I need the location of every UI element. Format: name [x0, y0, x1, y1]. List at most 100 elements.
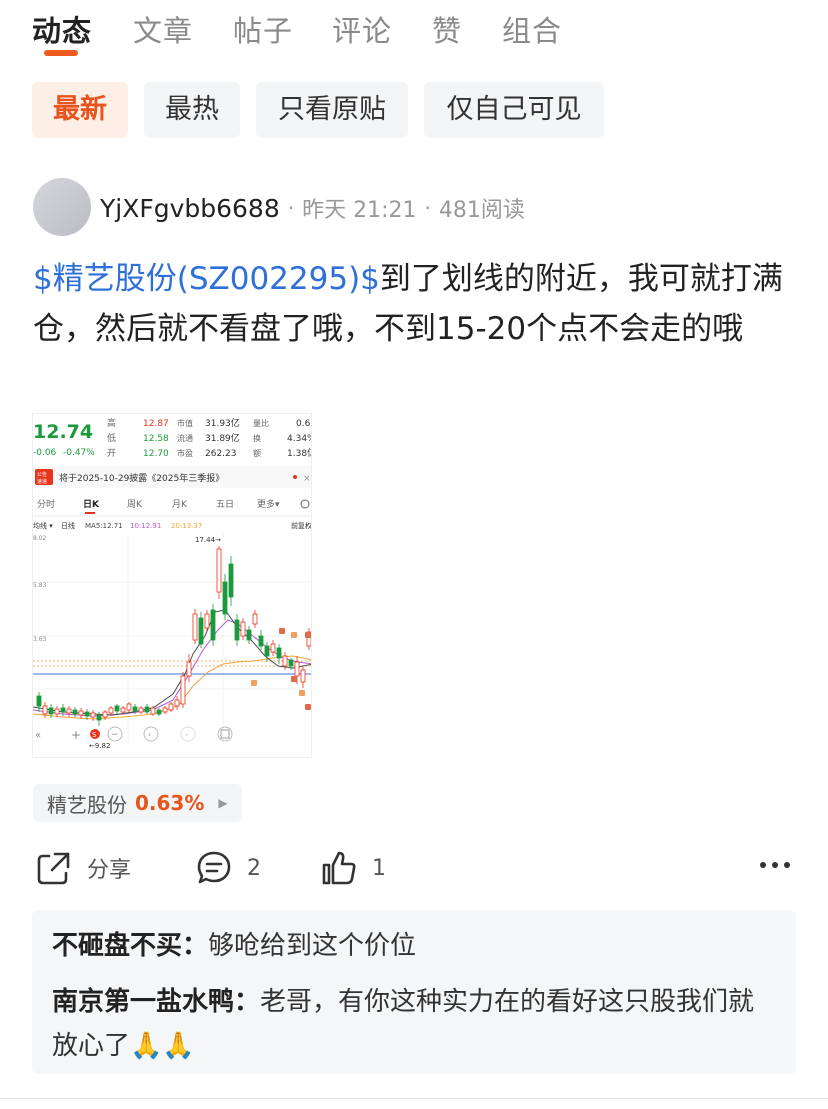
- candle-body: [144, 706, 150, 713]
- peak-label: 17.44→: [195, 536, 221, 544]
- username[interactable]: YjXFgvbb6688: [100, 194, 280, 223]
- chart-period-tab: 更多▾: [257, 498, 280, 510]
- more-options-icon[interactable]: [760, 862, 790, 868]
- filter-self-only[interactable]: 仅自己可见: [424, 82, 604, 138]
- svg-text:×: ×: [303, 474, 311, 484]
- tab-dynamic[interactable]: 动态: [32, 8, 92, 50]
- svg-text:S: S: [92, 731, 97, 739]
- candle-body: [270, 643, 276, 653]
- comment-author[interactable]: 不砸盘不买: [52, 931, 182, 961]
- comments-preview[interactable]: 不砸盘不买：够呛给到这个价位 南京第一盐水鸭：老哥，有你这种实力在的看好这只股我…: [32, 910, 796, 1074]
- event-marker: [291, 632, 297, 638]
- svg-text:前复权: 前复权: [291, 521, 312, 530]
- chart-period-tab: 月K: [172, 499, 188, 510]
- svg-text:262.23: 262.23: [205, 449, 237, 459]
- divider: [0, 1098, 828, 1099]
- tab-portfolio[interactable]: 组合: [502, 8, 562, 50]
- tab-articles[interactable]: 文章: [133, 8, 193, 50]
- svg-text:速递: 速递: [37, 478, 47, 485]
- thumbs-up-icon: [322, 851, 356, 885]
- tab-comments[interactable]: 评论: [332, 8, 392, 50]
- comment-author[interactable]: 南京第一盐水鸭: [52, 987, 234, 1017]
- svg-text:开: 开: [107, 448, 116, 459]
- candle-body: [162, 707, 168, 713]
- post-time: 昨天 21:21: [302, 198, 417, 223]
- chart-change-pct: -0.47%: [63, 448, 95, 458]
- candle-body: [54, 708, 60, 715]
- chart-period-tab: 五日: [216, 499, 234, 510]
- svg-text:0.6: 0.6: [296, 419, 311, 429]
- read-count: 481阅读: [438, 198, 525, 223]
- candle-body: [240, 621, 246, 637]
- svg-text:20:13.37: 20:13.37: [171, 522, 202, 530]
- svg-text:低: 低: [107, 432, 116, 444]
- candle-body: [72, 709, 78, 715]
- event-marker: [299, 690, 305, 696]
- candle-body: [42, 705, 48, 715]
- notice-text: 将于2025-10-29披露《2025年三季报》: [59, 472, 224, 484]
- tab-posts[interactable]: 帖子: [233, 8, 293, 50]
- candle-body: [102, 711, 108, 718]
- svg-text:1.38亿: 1.38亿: [287, 447, 312, 459]
- chart-open: 12.70: [143, 449, 169, 459]
- candle-body: [48, 707, 54, 715]
- candle-body: [228, 563, 234, 598]
- candle-body: [180, 675, 186, 705]
- candle-body: [114, 705, 120, 712]
- like-count: 1: [372, 855, 386, 881]
- svg-text:«: «: [35, 730, 41, 741]
- filter-original-only[interactable]: 只看原贴: [256, 82, 408, 138]
- candle-body: [246, 629, 252, 641]
- candle-body: [78, 710, 84, 716]
- share-button[interactable]: 分享: [35, 848, 131, 888]
- candle-body: [66, 708, 72, 714]
- candle-body: [132, 706, 138, 712]
- chart-settings-icon: [300, 499, 310, 509]
- candle-body: [204, 613, 210, 629]
- top-tabs: 动态 文章 帖子 评论 赞 组合: [32, 0, 812, 62]
- stock-link[interactable]: $精艺股份(SZ002295)$: [33, 261, 380, 297]
- chart-period-tab: 周K: [127, 499, 143, 510]
- comment-button[interactable]: 2: [195, 848, 261, 888]
- candle-body: [156, 709, 162, 715]
- low-label: ←9.82: [89, 742, 110, 750]
- post-meta: YjXFgvbb6688 · 昨天 21:21 · 481阅读: [100, 191, 525, 225]
- chart-high: 12.87: [143, 419, 169, 429]
- event-marker: [251, 680, 257, 686]
- svg-text:−: −: [111, 730, 119, 740]
- stock-tag-change: 0.63%: [135, 791, 205, 815]
- svg-text:量比: 量比: [253, 418, 269, 428]
- chart-period-tab: 日K: [83, 499, 100, 510]
- post-text: $精艺股份(SZ002295)$到了划线的附近，我可就打满仓，然后就不看盘了哦，…: [33, 254, 793, 354]
- tab-likes[interactable]: 赞: [432, 8, 462, 50]
- candle-body: [60, 707, 66, 713]
- filter-hottest[interactable]: 最热: [144, 82, 240, 138]
- filter-latest[interactable]: 最新: [32, 82, 128, 138]
- svg-text:日线: 日线: [61, 521, 75, 530]
- candle-body: [168, 703, 174, 711]
- candle-body: [222, 581, 228, 615]
- svg-text:换: 换: [253, 433, 261, 443]
- avatar[interactable]: [33, 178, 91, 236]
- svg-text:31.93亿: 31.93亿: [205, 417, 240, 429]
- candle-body: [234, 619, 240, 641]
- svg-text:8.02: 8.02: [33, 535, 47, 542]
- candle-body: [294, 661, 300, 677]
- stock-tag-name: 精艺股份: [47, 792, 127, 817]
- chart-thumbnail[interactable]: 12.74 -0.06 -0.47% 高 12.87 低 12.58 开 12.…: [32, 413, 312, 758]
- candle-body: [186, 661, 192, 677]
- chart-change: -0.06: [33, 448, 57, 458]
- candle-body: [36, 695, 42, 707]
- period-tabs: 分时 日K 周K 月K 五日 更多▾: [37, 498, 310, 514]
- comment-item: 不砸盘不买：够呛给到这个价位: [52, 924, 772, 968]
- meta-separator: ·: [424, 196, 431, 220]
- candle-body: [276, 647, 282, 659]
- candle-body: [192, 613, 198, 641]
- svg-text:市盈: 市盈: [177, 448, 193, 458]
- like-button[interactable]: 1: [320, 848, 386, 888]
- candle-body: [138, 707, 144, 713]
- comment-colon: ：: [234, 987, 261, 1017]
- candle-body: [90, 712, 96, 718]
- candle-body: [258, 635, 264, 647]
- stock-tag[interactable]: 精艺股份 0.63% ▶: [33, 784, 242, 822]
